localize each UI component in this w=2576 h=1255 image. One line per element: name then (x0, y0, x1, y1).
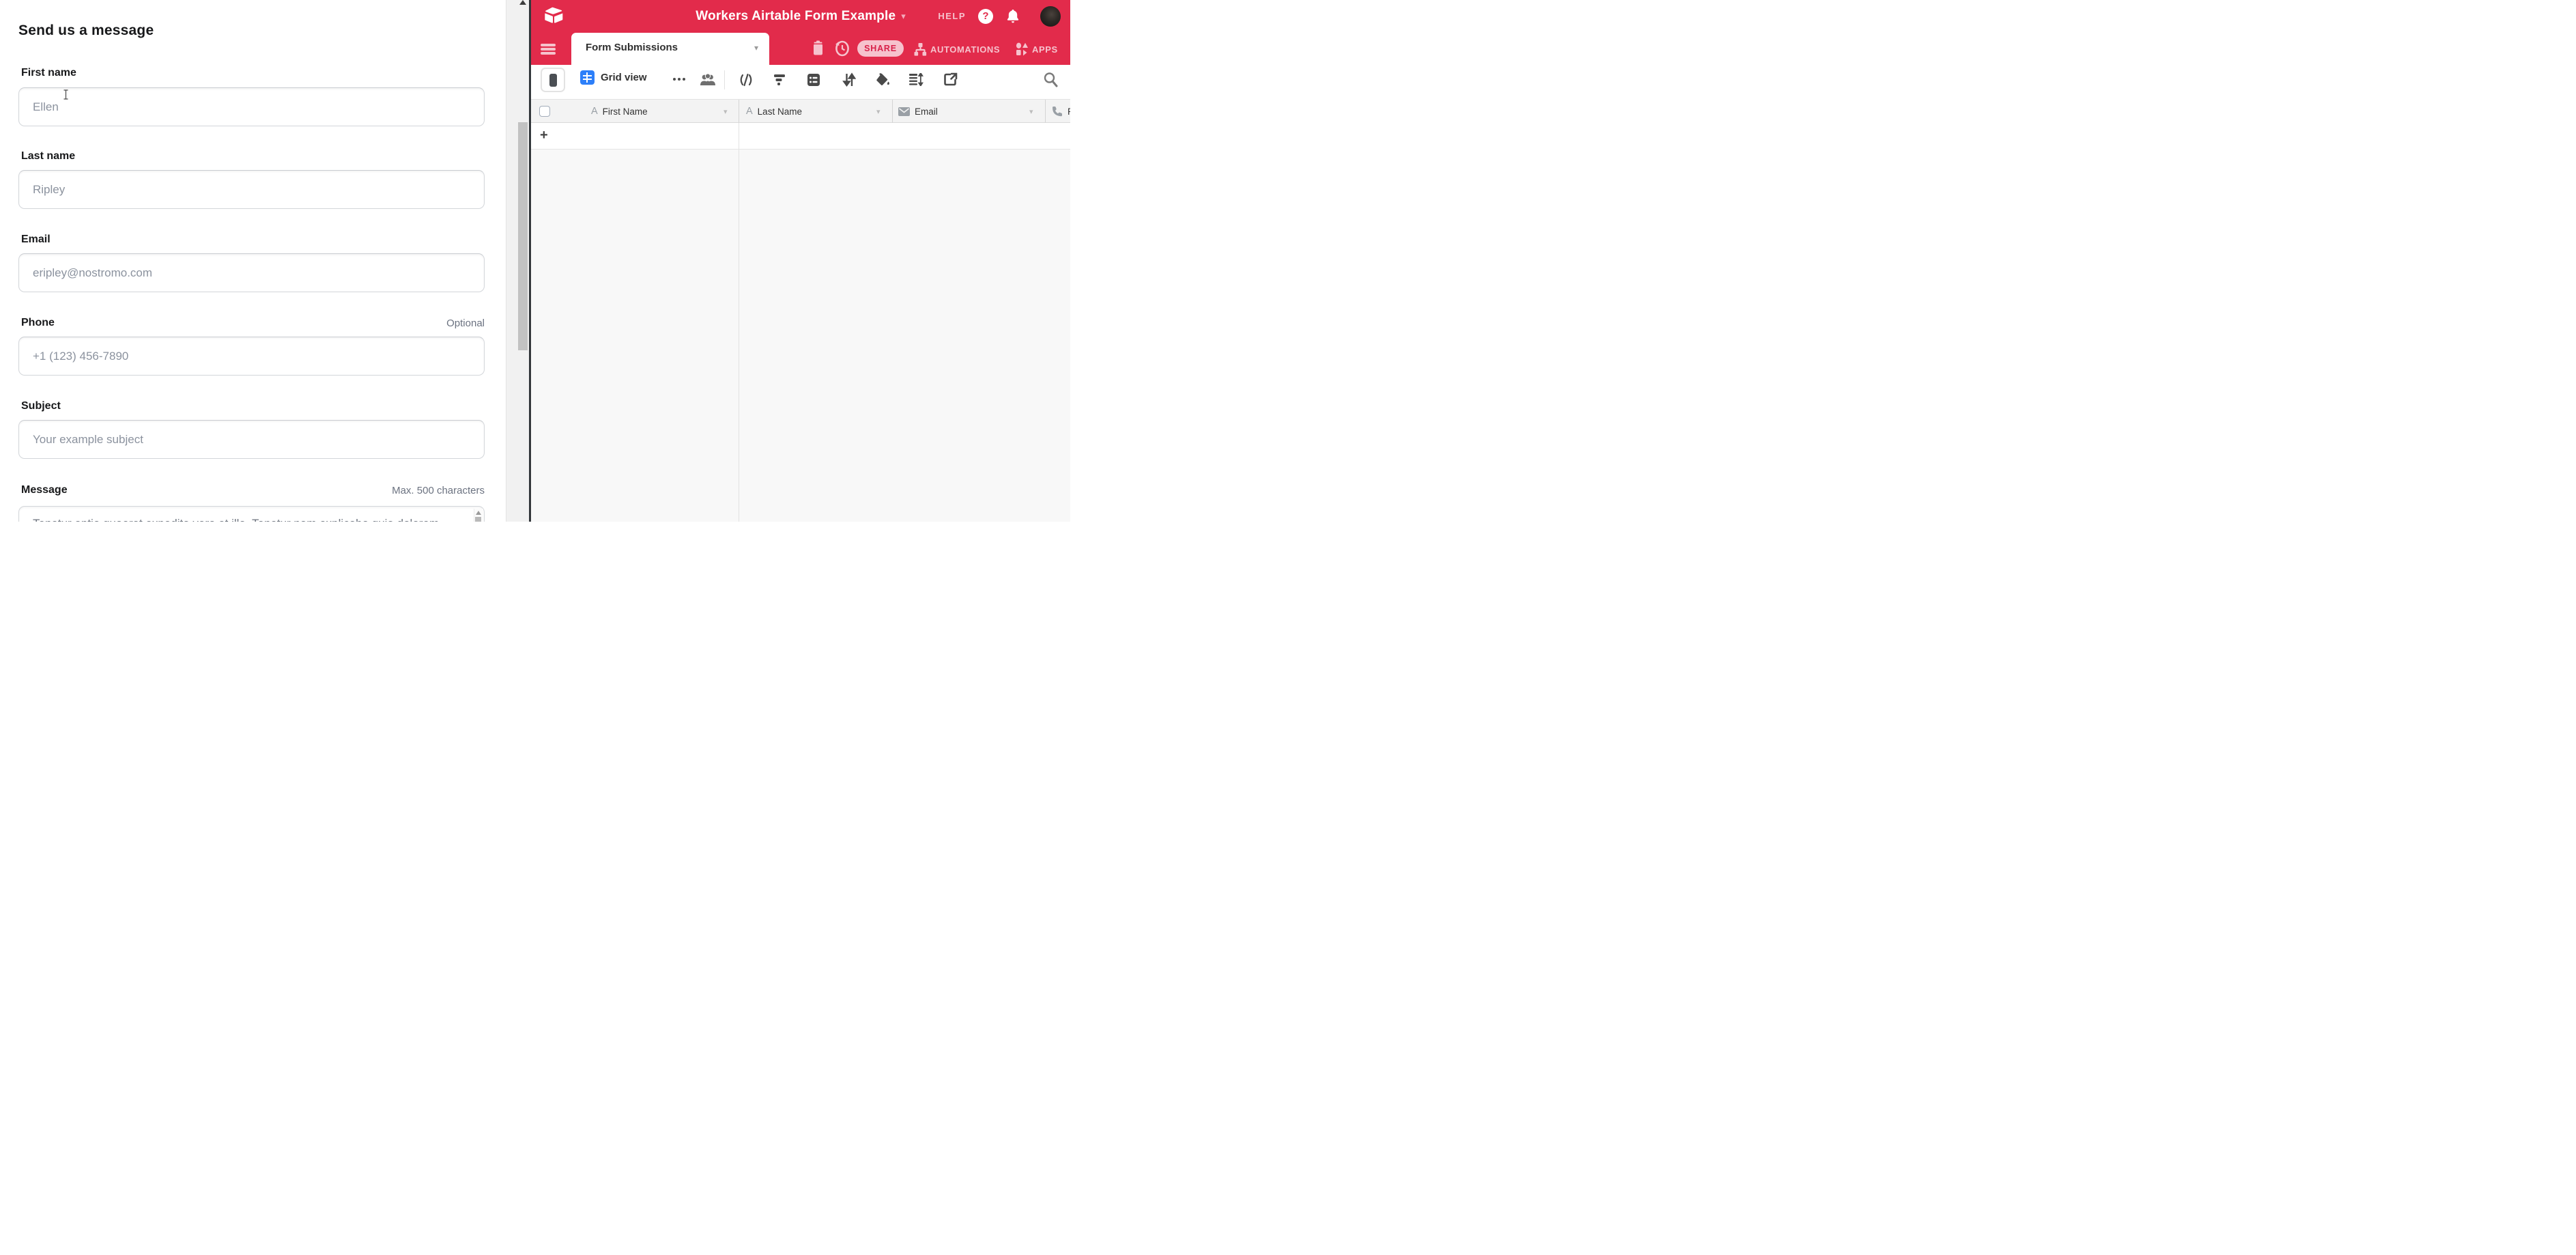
share-button[interactable]: SHARE (857, 40, 904, 57)
scroll-up-arrow-icon[interactable] (476, 511, 481, 515)
message-label: Message (21, 484, 68, 496)
table-tab-label: Form Submissions (586, 42, 678, 53)
phone-field-type-icon (1051, 106, 1063, 117)
table-tab-chevron-down-icon[interactable] (754, 43, 758, 53)
form-title: Send us a message (18, 23, 154, 39)
grid-header-row: A First Name A Last Name Email (531, 99, 1070, 123)
first-name-chevron-down-icon[interactable] (724, 107, 728, 116)
last-name-input[interactable] (18, 170, 485, 209)
apps-button[interactable]: APPS (1016, 42, 1058, 56)
automations-label: AUTOMATIONS (930, 44, 1000, 55)
hide-fields-icon[interactable] (738, 73, 754, 90)
email-input[interactable] (18, 253, 485, 292)
contact-form-pane: Send us a message First name Last name E… (0, 0, 506, 522)
select-all-checkbox[interactable] (539, 106, 550, 117)
table-tab-bar: Form Submissions SHARE (531, 33, 1070, 65)
trash-icon[interactable] (812, 40, 824, 59)
help-button[interactable]: HELP (938, 11, 966, 21)
add-record-plus-icon[interactable]: + (540, 128, 548, 142)
textarea-scroll-thumb[interactable] (475, 517, 481, 522)
user-avatar[interactable] (1040, 6, 1061, 27)
history-icon[interactable] (834, 40, 850, 61)
textarea-scrollbar[interactable] (474, 509, 483, 522)
automations-icon (913, 42, 927, 56)
column-header-phone[interactable]: Phone (1051, 100, 1070, 123)
screenshot-root: Send us a message First name Last name E… (0, 0, 1070, 522)
email-chevron-down-icon[interactable] (1029, 107, 1033, 116)
phone-input[interactable] (18, 337, 485, 376)
page-scrollbar-thumb[interactable] (518, 122, 528, 350)
phone-label: Phone (21, 317, 55, 329)
grid-view-button[interactable]: Grid view (580, 70, 647, 85)
subject-input[interactable] (18, 420, 485, 459)
base-title-chevron-down-icon[interactable] (901, 11, 906, 22)
color-icon[interactable] (874, 72, 891, 91)
notifications-bell-icon[interactable] (1006, 9, 1020, 27)
filter-icon[interactable] (773, 74, 786, 89)
apps-label: APPS (1032, 44, 1058, 55)
hamburger-menu-icon[interactable] (541, 44, 556, 55)
first-name-label: First name (21, 67, 76, 79)
group-records-icon[interactable] (807, 73, 820, 90)
grid-view-icon (580, 70, 595, 85)
airtable-topbar: Workers Airtable Form Example HELP ? (531, 0, 1070, 33)
column-header-last-name[interactable]: A Last Name (746, 100, 893, 123)
base-title[interactable]: Workers Airtable Form Example (696, 9, 896, 24)
page-scrollbar-track[interactable] (506, 0, 530, 522)
message-textarea[interactable]: Tenetur optio quaerat expedita vero et i… (18, 506, 485, 522)
text-field-type-icon: A (746, 107, 753, 117)
text-cursor-icon (63, 89, 69, 103)
message-max-hint: Max. 500 characters (392, 485, 485, 496)
active-table-tab[interactable]: Form Submissions (571, 33, 769, 65)
text-field-type-icon: A (591, 107, 598, 117)
phone-optional-hint: Optional (446, 318, 485, 329)
airtable-window: Workers Airtable Form Example HELP ? For… (531, 0, 1070, 522)
automations-button[interactable]: AUTOMATIONS (913, 42, 1000, 56)
column-separator[interactable] (892, 100, 893, 123)
subject-label: Subject (21, 400, 61, 412)
email-label: Email (21, 234, 51, 246)
first-name-input[interactable] (18, 87, 485, 126)
scrollbar-up-arrow-icon[interactable] (519, 0, 526, 5)
column-header-email[interactable]: Email (898, 100, 1046, 123)
sort-icon[interactable] (842, 72, 856, 91)
grid-view-label: Grid view (601, 72, 647, 83)
column-header-first-name[interactable]: A First Name (591, 100, 739, 123)
apps-icon (1016, 42, 1029, 56)
last-name-chevron-down-icon[interactable] (876, 107, 881, 116)
row-height-icon[interactable] (908, 73, 924, 89)
last-name-label: Last name (21, 150, 75, 163)
collaborators-icon[interactable] (699, 72, 717, 92)
help-question-icon[interactable]: ? (978, 9, 993, 24)
search-icon[interactable] (1043, 72, 1058, 91)
add-record-row[interactable]: + (531, 123, 1070, 150)
toolbar-divider (724, 70, 725, 89)
column-separator[interactable] (1045, 100, 1046, 123)
view-options-ellipsis-icon[interactable] (673, 78, 688, 81)
email-field-type-icon (898, 107, 910, 116)
view-toolbar: Grid view (531, 65, 1070, 99)
share-view-icon[interactable] (943, 72, 958, 90)
view-sidebar-toggle-button[interactable] (541, 68, 565, 92)
